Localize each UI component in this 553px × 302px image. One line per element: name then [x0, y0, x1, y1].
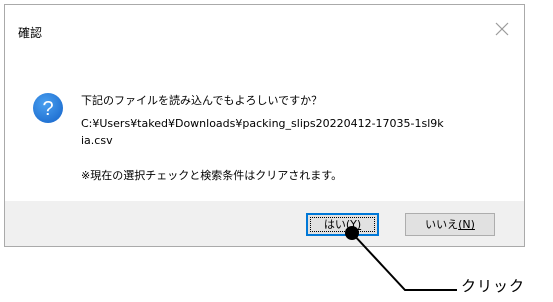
yes-button[interactable]: はい(Y) — [306, 213, 379, 236]
title-bar: 確認 — [5, 5, 524, 55]
dialog-content: ? 下記のファイルを読み込んでもよろしいですか？ C:¥Users¥taked¥… — [5, 55, 524, 203]
no-button-mnemonic: (N) — [458, 218, 475, 231]
no-button-label: いいえ — [425, 218, 459, 231]
file-path-text: C:¥Users¥taked¥Downloads¥packing_slips20… — [81, 115, 444, 149]
confirm-dialog: 確認 ? 下記のファイルを読み込んでもよろしいですか？ C:¥Users¥tak… — [4, 4, 525, 247]
file-path-line-2: ia.csv — [81, 134, 113, 147]
note-text: ※現在の選択チェックと検索条件はクリアされます。 — [81, 169, 343, 182]
svg-text:?: ? — [42, 98, 53, 120]
button-bar: はい(Y) いいえ(N) — [5, 201, 524, 246]
dialog-title: 確認 — [18, 26, 43, 40]
no-button[interactable]: いいえ(N) — [405, 213, 495, 236]
close-icon[interactable] — [494, 21, 510, 37]
confirm-message: 下記のファイルを読み込んでもよろしいですか？ — [81, 94, 323, 107]
focus-rectangle — [310, 217, 375, 232]
file-path-line-1: C:¥Users¥taked¥Downloads¥packing_slips20… — [81, 117, 444, 130]
question-icon: ? — [33, 93, 63, 123]
click-callout-label: クリック — [461, 277, 526, 295]
